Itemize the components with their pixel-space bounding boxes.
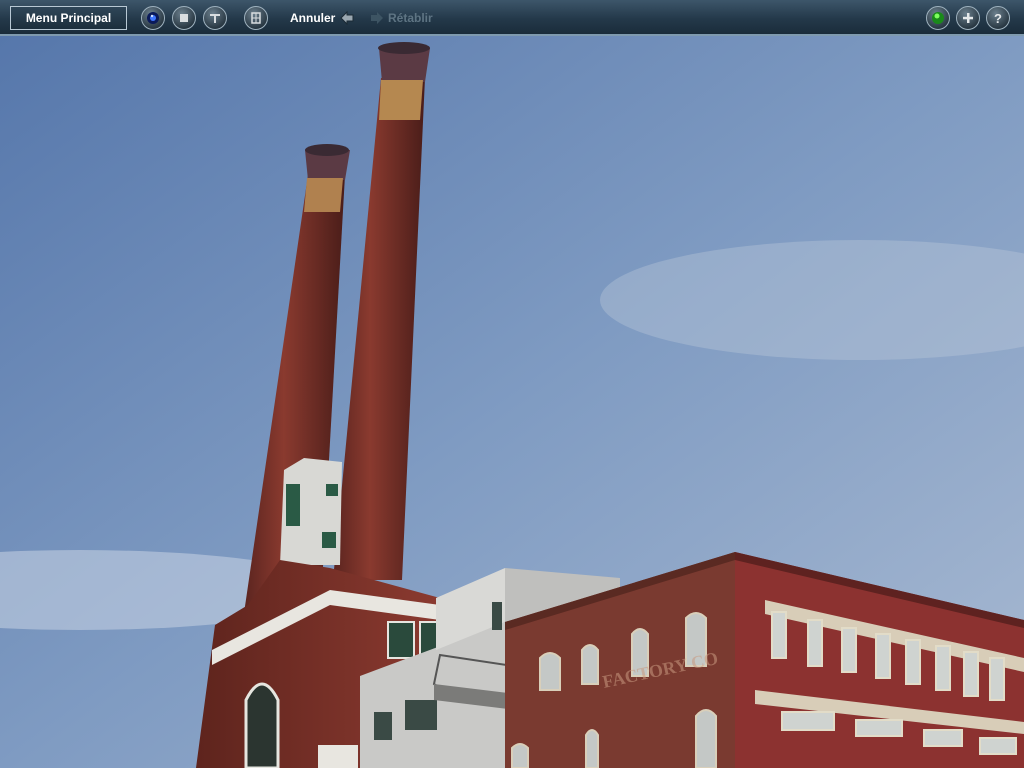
white-tower — [280, 458, 342, 565]
tools-button[interactable] — [203, 6, 227, 30]
help-button[interactable]: ? — [986, 6, 1010, 30]
undo-button[interactable]: Annuler — [290, 11, 335, 25]
grid-button[interactable] — [244, 6, 268, 30]
help-icon: ? — [994, 11, 1002, 26]
stop-icon — [180, 14, 188, 22]
status-light-button[interactable] — [926, 6, 950, 30]
plus-icon — [963, 13, 973, 23]
redo-arrow-icon — [371, 12, 383, 24]
green-light-icon — [932, 12, 944, 24]
main-menu-button[interactable]: Menu Principal — [10, 6, 127, 30]
top-toolbar: Menu Principal Annuler Rétablir ? — [0, 0, 1024, 36]
grid-icon — [251, 12, 261, 24]
tools-icon — [210, 14, 220, 23]
stop-button[interactable] — [172, 6, 196, 30]
camera-button[interactable] — [141, 6, 165, 30]
svg-text:?: ? — [994, 11, 1002, 26]
redo-button: Rétablir — [388, 11, 433, 25]
undo-arrow-icon[interactable] — [339, 10, 355, 26]
add-button[interactable] — [956, 6, 980, 30]
camera-icon — [147, 12, 159, 24]
game-viewport[interactable]: FACTORY CO — [0, 36, 1024, 768]
